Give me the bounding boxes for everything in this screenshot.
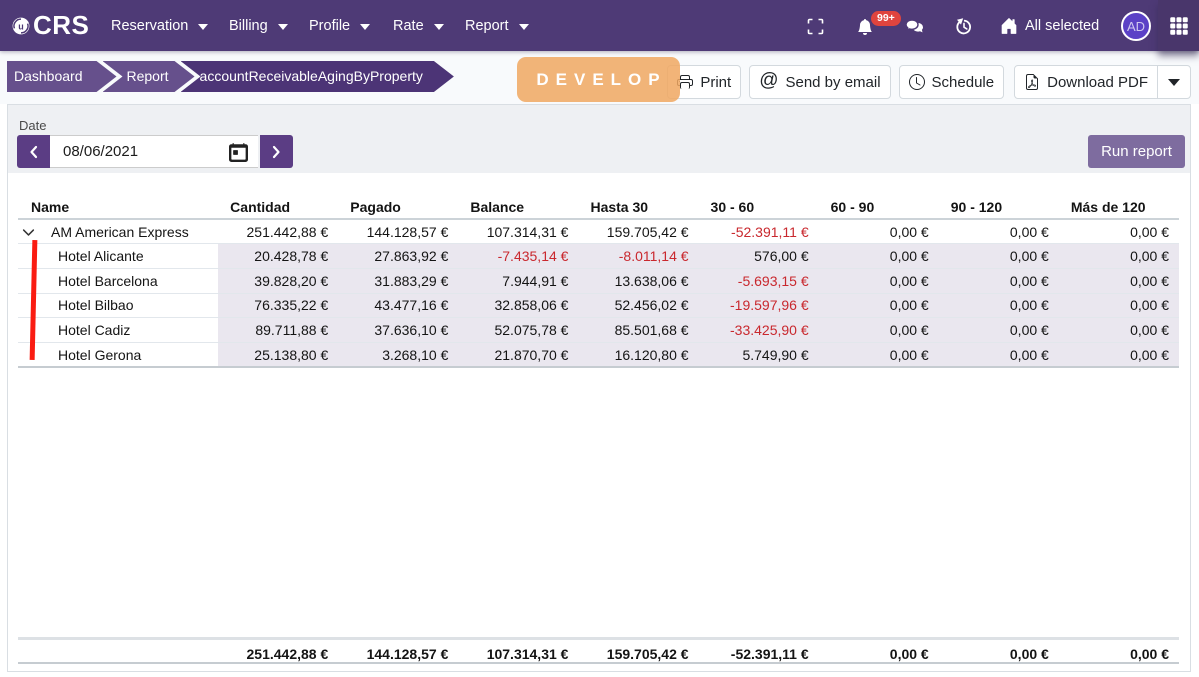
svg-text:u: u — [18, 21, 24, 31]
